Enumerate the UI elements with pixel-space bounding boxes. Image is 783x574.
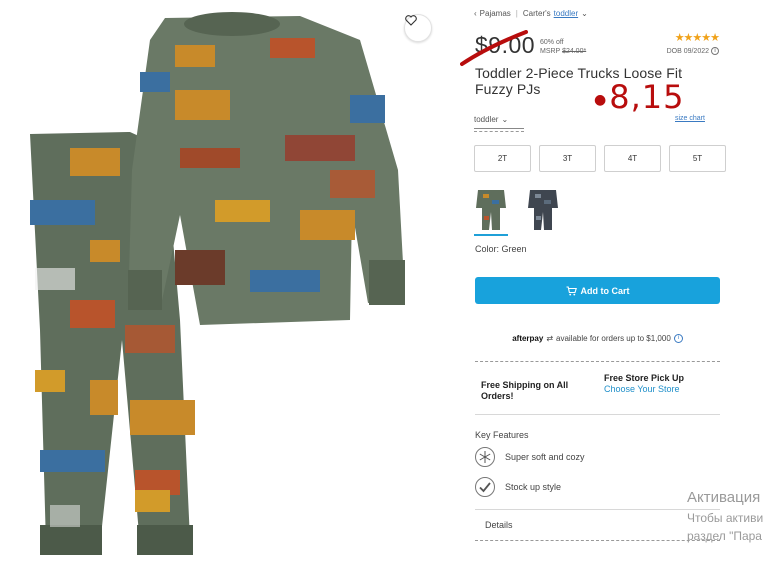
chevron-left-icon: ‹ [474, 9, 477, 18]
add-to-cart-label: Add to Cart [580, 285, 630, 296]
details-label: Details [485, 520, 513, 530]
divider [475, 414, 720, 415]
divider [475, 361, 720, 362]
free-shipping-text: Free Shipping on All Orders! [481, 380, 569, 401]
breadcrumb-item-toddler[interactable]: toddler [554, 9, 578, 18]
swatch-navy-image [528, 190, 558, 230]
activation-line-3: раздел "Пара [687, 529, 762, 543]
key-features-heading: Key Features [475, 430, 529, 440]
discount-percent: 60% off [540, 39, 564, 46]
price-marker-icon: ● [594, 92, 608, 108]
size-options: 2T 3T 4T 5T [474, 145, 726, 172]
feature-soft-cozy: Super soft and cozy [475, 447, 585, 467]
color-label: Color: Green [475, 244, 527, 254]
afterpay-arrows-icon: ⇄ [546, 334, 554, 343]
info-icon[interactable]: i [711, 47, 719, 55]
activation-line-1: Активация [687, 489, 761, 506]
dob-info: DOB 09/2022 i [667, 47, 719, 55]
swatch-navy[interactable] [526, 186, 560, 236]
swatch-green[interactable] [474, 186, 508, 236]
product-image[interactable] [0, 0, 440, 574]
breadcrumb-item-carters[interactable]: Carter's [523, 9, 551, 18]
size-chart-link[interactable]: size chart [675, 115, 705, 122]
size-option-2t[interactable]: 2T [474, 145, 531, 172]
rating[interactable]: ★★★★★ DOB 09/2022 i [667, 32, 720, 55]
info-icon[interactable]: i [673, 334, 683, 343]
chevron-down-icon: ⌄ [501, 115, 509, 124]
new-price-annotation: ●8,15 [594, 78, 684, 116]
color-swatches [474, 186, 560, 236]
pajama-illustration [30, 12, 405, 555]
rating-stars: ★★★★★ [674, 32, 720, 44]
chevron-down-icon: ⌄ [581, 9, 588, 18]
afterpay-info: afterpay ⇄ available for orders up to $1… [475, 334, 720, 343]
size-type-select[interactable]: toddler ⌄ [474, 115, 524, 132]
size-option-3t[interactable]: 3T [539, 145, 596, 172]
feature-label: Super soft and cozy [505, 452, 585, 462]
add-to-cart-button[interactable]: Add to Cart [475, 277, 720, 304]
msrp-label: MSRP [540, 48, 561, 55]
breadcrumb-item-pajamas[interactable]: Pajamas [480, 9, 511, 18]
pickup-title: Free Store Pick Up [604, 373, 685, 383]
size-option-5t[interactable]: 5T [669, 145, 726, 172]
afterpay-logo: afterpay [512, 334, 544, 343]
swatch-green-image [476, 190, 506, 230]
msrp-value: $24.00* [562, 48, 587, 55]
breadcrumb-separator: | [515, 9, 518, 18]
size-option-4t[interactable]: 4T [604, 145, 661, 172]
afterpay-text: available for orders up to $1,000 [556, 334, 671, 343]
cart-icon [566, 285, 577, 295]
windows-activation-watermark: Активация Чтобы активи раздел "Пара [687, 487, 763, 545]
size-type-value: toddler [474, 115, 499, 124]
dob-label: DOB 09/2022 [666, 47, 709, 55]
wishlist-button[interactable] [404, 14, 432, 42]
store-pickup: Free Store Pick Up Choose Your Store [604, 373, 684, 395]
breadcrumb: ‹ Pajamas | Carter's toddler ⌄ [474, 9, 588, 18]
discount-info: 60% off MSRP $24.00* [540, 38, 586, 56]
heart-icon [405, 15, 417, 26]
activation-line-2: Чтобы активи [687, 511, 764, 525]
feature-label: Stock up style [505, 482, 562, 492]
checkmark-icon [475, 477, 495, 497]
snowflake-icon [475, 447, 495, 467]
choose-store-link[interactable]: Choose Your Store [604, 384, 684, 395]
feature-stock-up: Stock up style [475, 477, 561, 497]
details-accordion[interactable]: Details [475, 509, 720, 541]
old-price: $9.00 [475, 32, 536, 58]
new-price-value: 8,15 [609, 78, 685, 116]
msrp: MSRP $24.00* [540, 47, 586, 56]
